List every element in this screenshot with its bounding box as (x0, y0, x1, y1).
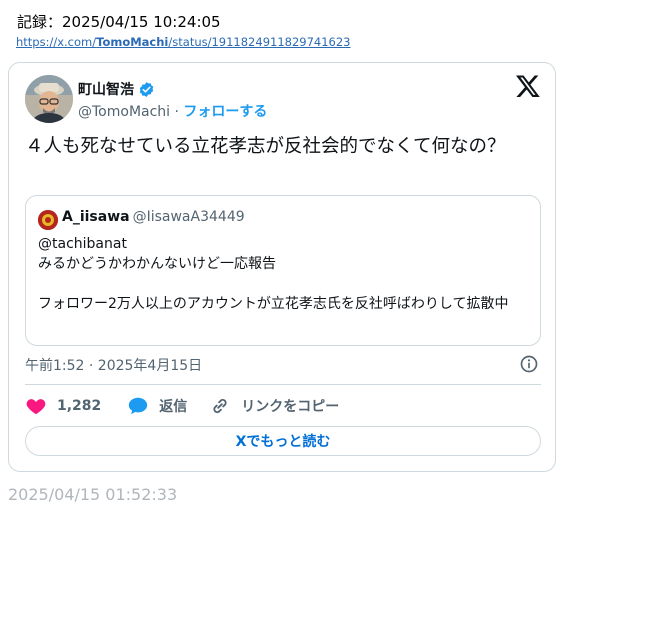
reply-label: 返信 (159, 399, 188, 415)
author-handle-row: @TomoMachi · フォローする (78, 101, 267, 121)
tweet-card: 町山智浩 @TomoMachi · フォローする ４人も死なせている立花孝志が反… (8, 62, 556, 472)
x-logo-icon[interactable] (515, 73, 541, 99)
capture-date: 2025/04/15 01:52:33 (8, 485, 178, 504)
quoted-tweet-text: @tachibanat みるかどうかわかんないけど一応報告 フォロワー2万人以上… (38, 236, 509, 312)
like-button[interactable]: 1,282 (25, 395, 101, 417)
source-url-link[interactable]: https://x.com/TomoMachi/status/191182491… (16, 35, 351, 49)
url-prefix: https://x.com/ (16, 35, 97, 49)
read-more-button[interactable]: Xでもっと読む (25, 426, 541, 456)
quoted-tweet[interactable]: A_iisawa @IisawaA34449 @tachibanat みるかどうか… (25, 195, 541, 346)
url-user: TomoMachi (96, 35, 169, 49)
tweet-text: ４人も死なせている立花孝志が反社会的でなくて何なの？ (25, 136, 506, 157)
handle-separator: · (170, 104, 184, 120)
reply-button[interactable]: 返信 (127, 395, 187, 417)
author-name[interactable]: 町山智浩 (78, 79, 134, 99)
reply-bubble-icon (129, 397, 148, 415)
like-count: 1,282 (57, 398, 102, 414)
link-icon (213, 398, 227, 414)
copy-link-button[interactable]: リンクをコピー (209, 395, 339, 417)
follow-button[interactable]: フォローする (183, 104, 267, 120)
quoted-author-name[interactable]: A_iisawa (62, 209, 130, 225)
info-icon[interactable] (519, 354, 539, 374)
tweet-timestamp[interactable]: 午前1:52 · 2025年4月15日 (25, 355, 202, 375)
url-suffix: /status/1911824911829741623 (168, 35, 351, 49)
quoted-avatar-image (38, 210, 58, 230)
quoted-author-handle[interactable]: @IisawaA34449 (133, 209, 245, 225)
quoted-author-row: A_iisawa @IisawaA34449 (62, 209, 245, 225)
avatar-image (25, 75, 73, 123)
quoted-author-avatar[interactable] (38, 210, 58, 230)
author-handle[interactable]: @TomoMachi (78, 104, 170, 120)
action-bar: 1,282 返信 リンクをコピー (25, 395, 339, 417)
heart-icon (26, 399, 46, 415)
copy-link-label: リンクをコピー (241, 399, 340, 415)
author-avatar[interactable] (25, 75, 73, 123)
record-timestamp: 記録：2025/04/15 10:24:05 (17, 13, 221, 31)
verified-badge-icon (139, 81, 154, 97)
divider (25, 384, 541, 385)
author-name-row[interactable]: 町山智浩 (78, 79, 155, 99)
